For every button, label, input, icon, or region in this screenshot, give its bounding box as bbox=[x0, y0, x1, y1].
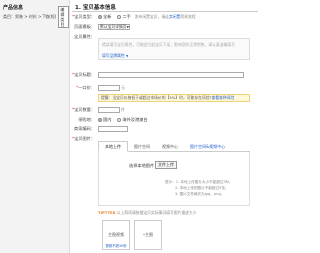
props-warning: 错误填写宝贝属性，可能会引起宝贝下架，影响您的正常销售，请认真准确填写 bbox=[102, 42, 235, 47]
upload-tip: 3. 图片文件格式为jpg、png。 bbox=[175, 192, 225, 196]
overseas-label: 海外及港澳台 bbox=[122, 117, 148, 122]
price-warning-text: 提醒：当宝贝价格低于或超过市场价的【5%】时，可能存在风险? bbox=[101, 95, 212, 100]
upload-label: 选择本地图片： bbox=[129, 163, 159, 168]
template-select[interactable]: 默认宝贝详情页 ▼ bbox=[98, 24, 130, 30]
template-select-value: 默认宝贝详情页 bbox=[100, 24, 127, 29]
domestic-radio[interactable] bbox=[98, 118, 102, 122]
chevron-down-icon: ▼ bbox=[126, 25, 129, 29]
qty-label: *宝贝数量： bbox=[72, 107, 96, 112]
location-label: 采购地： bbox=[78, 117, 95, 122]
props-box: 错误填写宝贝属性，可能会引起宝贝下架，影响您的正常销售，请认真准确填写 填写品牌… bbox=[98, 38, 250, 60]
item-type-label: *宝贝类型： bbox=[72, 14, 96, 19]
price-label: *一口价： bbox=[76, 85, 95, 90]
main-image-label: 主图 bbox=[145, 232, 153, 237]
upload-tips: 提示：1. 本地上传图片大小不能超过3M。 2. 本地上传的图片不能超过5张。 … bbox=[165, 179, 232, 197]
qty-input[interactable] bbox=[98, 107, 120, 113]
tip-text: 以上两项请依据宝贝实际情况填写图片描述大小 bbox=[116, 210, 197, 215]
item-type-row: *宝贝类型： 全新 二手 发布闲置宝贝，请走 卖闲置 简易流程 bbox=[72, 13, 196, 21]
type-hint: 发布闲置宝贝，请走 bbox=[134, 14, 169, 19]
tab-local-upload[interactable]: 本地上传 bbox=[98, 141, 128, 152]
image-tabs: 本地上传 图片空间 视频中心 图片空间&视频中心 bbox=[98, 141, 250, 152]
main-image-slot[interactable]: * 主图 bbox=[134, 220, 162, 250]
video-thumb-label: 主图视频 bbox=[108, 232, 124, 237]
new-radio[interactable] bbox=[98, 15, 102, 19]
template-row: 页面模板： 默认宝贝详情页 ▼ bbox=[72, 23, 130, 31]
type-hint-tail: 简易流程 bbox=[180, 14, 196, 19]
merchant-label: 商家编码： bbox=[74, 126, 95, 131]
price-unit: 元 bbox=[121, 85, 125, 90]
merchant-row: 商家编码： bbox=[72, 125, 128, 133]
main-form: 1. 宝贝基本信息 *宝贝类型： 全新 二手 发布闲置宝贝，请走 卖闲置 简易流… bbox=[72, 0, 258, 253]
used-option-label: 二手 bbox=[122, 14, 131, 19]
title-row: *宝贝标题： bbox=[72, 71, 244, 79]
price-input[interactable] bbox=[98, 85, 120, 91]
idle-link[interactable]: 卖闲置 bbox=[169, 14, 180, 20]
category-text: 类目：男装 > 衬衫 > T恤(短) bbox=[3, 14, 57, 19]
props-brand-link[interactable]: 填写品牌属性 ▼ bbox=[102, 53, 128, 59]
props-row: 宝贝属性： bbox=[72, 33, 96, 41]
price-row: *一口价： 元 bbox=[72, 84, 125, 92]
new-option-label: 全新 bbox=[103, 14, 112, 19]
location-row: 采购地： 国内 海外及港澳台 bbox=[72, 116, 152, 124]
sidebar-title: 产品信息 bbox=[3, 5, 24, 11]
tab-image-space[interactable]: 图片空间 bbox=[128, 141, 156, 152]
title-label: *宝贝标题： bbox=[72, 72, 96, 77]
bottom-note: TIPTTER 以上两项请依据宝贝实际情况填写图片描述大小 bbox=[98, 210, 197, 216]
price-warning-banner: 提醒：当宝贝价格低于或超过市场价的【5%】时，可能存在风险? 查看各种风险 bbox=[98, 94, 250, 102]
tab-image-video[interactable]: 图片空间&视频中心 bbox=[184, 141, 231, 152]
tip-highlight: TIPTTER bbox=[98, 210, 116, 215]
upload-area: 选择本地图片： 文件上传 提示：1. 本地上传图片大小不能超过3M。 2. 本地… bbox=[98, 152, 250, 206]
props-label: 宝贝属性： bbox=[74, 34, 95, 39]
section-divider bbox=[72, 11, 258, 12]
image-label: *宝贝图片： bbox=[72, 136, 96, 141]
edit-category-button[interactable]: 编辑类目 bbox=[58, 6, 69, 28]
qty-unit: 件 bbox=[121, 107, 125, 112]
domestic-label: 国内 bbox=[103, 117, 112, 122]
image-row: *宝贝图片： bbox=[72, 135, 96, 143]
qty-row: *宝贝数量： 件 bbox=[72, 106, 125, 114]
left-panel: 产品信息 类目：男装 > 衬衫 > T恤(短) 编辑类目 bbox=[0, 0, 70, 253]
template-label: 页面模板： bbox=[74, 24, 95, 29]
title-input[interactable] bbox=[98, 72, 244, 78]
video-thumb-sub: 视频不超30秒 bbox=[105, 244, 127, 248]
category-breadcrumb: 类目：男装 > 衬衫 > T恤(短) 编辑类目 bbox=[3, 6, 69, 28]
overseas-radio[interactable] bbox=[117, 118, 122, 122]
file-upload-button[interactable]: 文件上传 bbox=[155, 161, 177, 169]
tab-video-center[interactable]: 视频中心 bbox=[156, 141, 184, 152]
video-thumb-slot[interactable]: 主图视频 视频不超30秒 bbox=[102, 220, 130, 250]
section-title: 1. 宝贝基本信息 bbox=[75, 5, 116, 11]
price-warning-link[interactable]: 查看各种风险 bbox=[212, 95, 235, 101]
used-radio[interactable] bbox=[117, 15, 122, 19]
merchant-input[interactable] bbox=[98, 126, 128, 132]
chevron-down-icon: ▼ bbox=[126, 54, 129, 58]
